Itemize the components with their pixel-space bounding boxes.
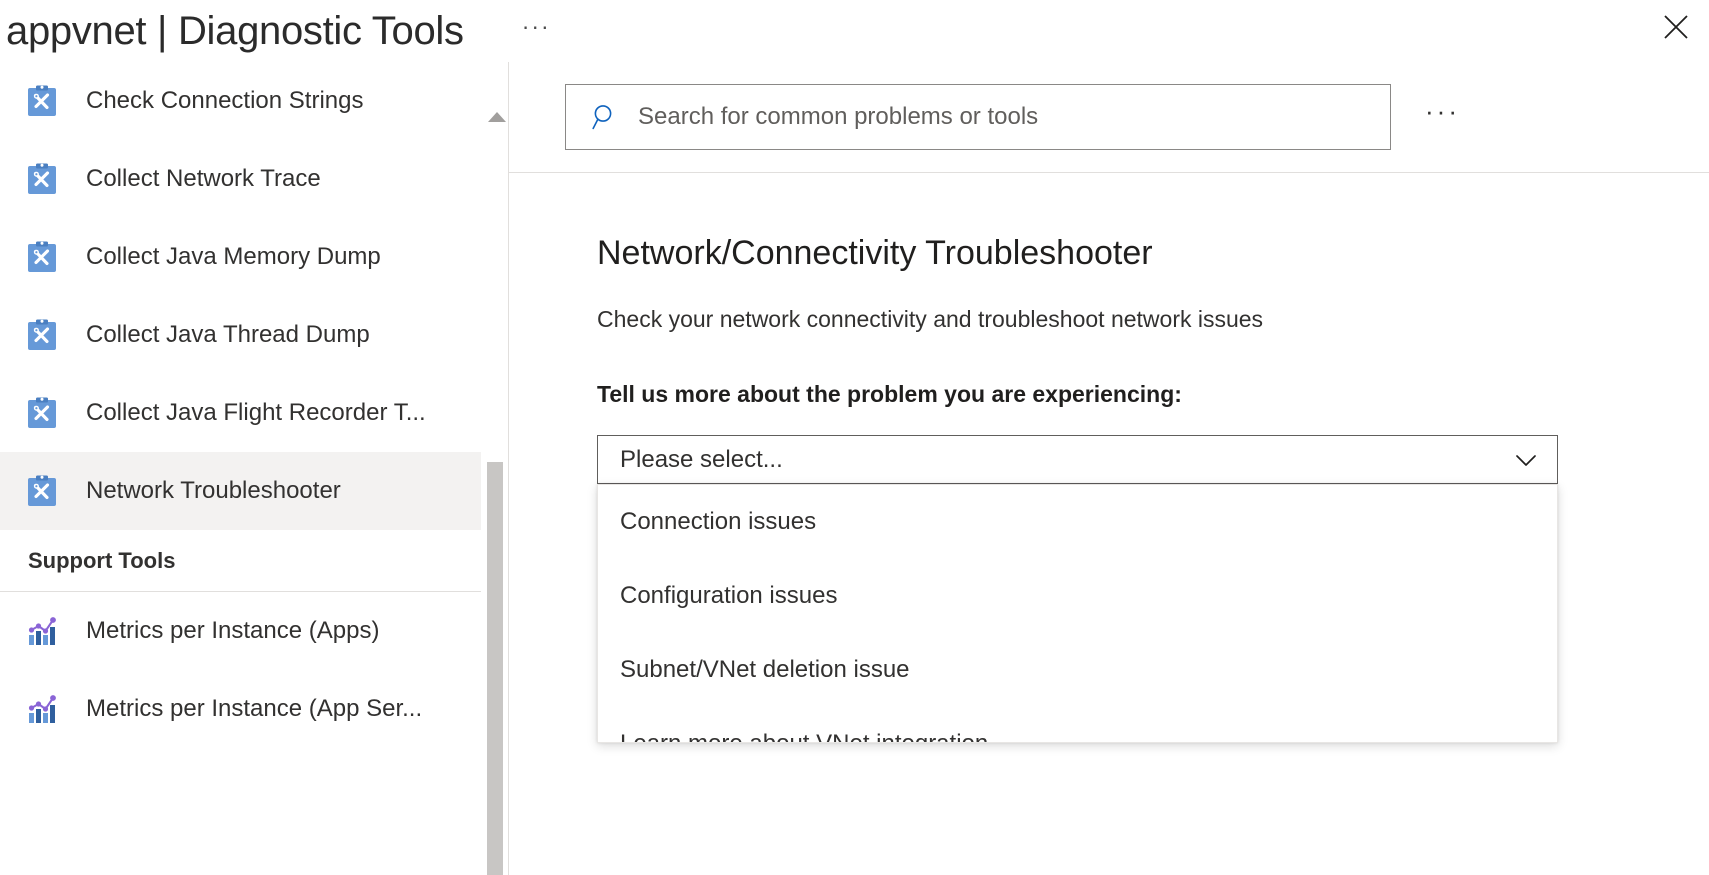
- window-header: appvnet | Diagnostic Tools ···: [0, 0, 1709, 62]
- main-content: ··· Network/Connectivity Troubleshooter …: [509, 62, 1709, 875]
- scroll-up-arrow-icon[interactable]: [488, 112, 506, 122]
- search-input[interactable]: [638, 103, 1358, 131]
- problem-type-dropdown-list[interactable]: Connection issues Configuration issues S…: [597, 484, 1558, 743]
- clipboard-tools-icon: [24, 83, 60, 119]
- close-icon: [1663, 14, 1689, 40]
- header-more-options-button[interactable]: ···: [522, 15, 551, 48]
- problem-prompt-label: Tell us more about the problem you are e…: [597, 381, 1182, 408]
- dropdown-option-subnet-vnet-deletion-issue[interactable]: Subnet/VNet deletion issue: [598, 633, 1557, 707]
- search-box[interactable]: [565, 84, 1391, 150]
- sidebar-item-label: Collect Network Trace: [86, 165, 321, 193]
- sidebar-item-label: Metrics per Instance (App Ser...: [86, 695, 422, 723]
- dropdown-option-configuration-issues[interactable]: Configuration issues: [598, 559, 1557, 633]
- sidebar-item-label: Collect Java Thread Dump: [86, 321, 370, 349]
- sidebar-item-label: Collect Java Flight Recorder T...: [86, 399, 426, 427]
- search-toolbar: ···: [509, 62, 1709, 173]
- sidebar-item-metrics-per-instance-app-service-plan[interactable]: Metrics per Instance (App Ser...: [0, 670, 481, 748]
- dropdown-option-connection-issues[interactable]: Connection issues: [598, 485, 1557, 559]
- sidebar-item-collect-java-thread-dump[interactable]: Collect Java Thread Dump: [0, 296, 481, 374]
- page-title: appvnet | Diagnostic Tools: [6, 11, 464, 51]
- sidebar-scrollbar[interactable]: [485, 62, 507, 875]
- clipboard-tools-icon: [24, 395, 60, 431]
- sidebar-nav: Check Connection Strings Collect Network…: [0, 62, 481, 875]
- tool-subtitle: Check your network connectivity and trou…: [597, 306, 1263, 333]
- clipboard-tools-icon: [24, 239, 60, 275]
- sidebar-item-collect-java-flight-recorder-trace[interactable]: Collect Java Flight Recorder T...: [0, 374, 481, 452]
- chevron-down-icon: [1513, 447, 1539, 473]
- sidebar-item-collect-java-memory-dump[interactable]: Collect Java Memory Dump: [0, 218, 481, 296]
- clipboard-tools-icon: [24, 473, 60, 509]
- sidebar-section-support-tools: Support Tools: [0, 530, 481, 592]
- sidebar-item-label: Check Connection Strings: [86, 87, 363, 115]
- sidebar-item-label: Network Troubleshooter: [86, 477, 341, 505]
- problem-type-select[interactable]: Please select...: [597, 435, 1558, 484]
- problem-type-select-value: Please select...: [620, 446, 783, 474]
- sidebar-item-label: Metrics per Instance (Apps): [86, 617, 379, 645]
- sidebar-item-network-troubleshooter[interactable]: Network Troubleshooter: [0, 452, 481, 530]
- dropdown-option-learn-more-vnet-integration[interactable]: Learn more about VNet integration: [598, 707, 1557, 743]
- metrics-chart-icon: [24, 613, 60, 649]
- clipboard-tools-icon: [24, 161, 60, 197]
- tool-panel: Network/Connectivity Troubleshooter Chec…: [509, 173, 1709, 875]
- clipboard-tools-icon: [24, 317, 60, 353]
- scrollbar-thumb[interactable]: [487, 462, 503, 875]
- search-icon: [590, 102, 620, 132]
- sidebar-item-label: Collect Java Memory Dump: [86, 243, 381, 271]
- sidebar-item-collect-network-trace[interactable]: Collect Network Trace: [0, 140, 481, 218]
- toolbar-more-options-button[interactable]: ···: [1425, 98, 1460, 136]
- sidebar-item-metrics-per-instance-apps[interactable]: Metrics per Instance (Apps): [0, 592, 481, 670]
- sidebar-item-check-connection-strings[interactable]: Check Connection Strings: [0, 62, 481, 140]
- tool-title: Network/Connectivity Troubleshooter: [597, 234, 1153, 273]
- metrics-chart-icon: [24, 691, 60, 727]
- close-button[interactable]: [1653, 4, 1699, 50]
- body-area: Check Connection Strings Collect Network…: [0, 62, 1709, 875]
